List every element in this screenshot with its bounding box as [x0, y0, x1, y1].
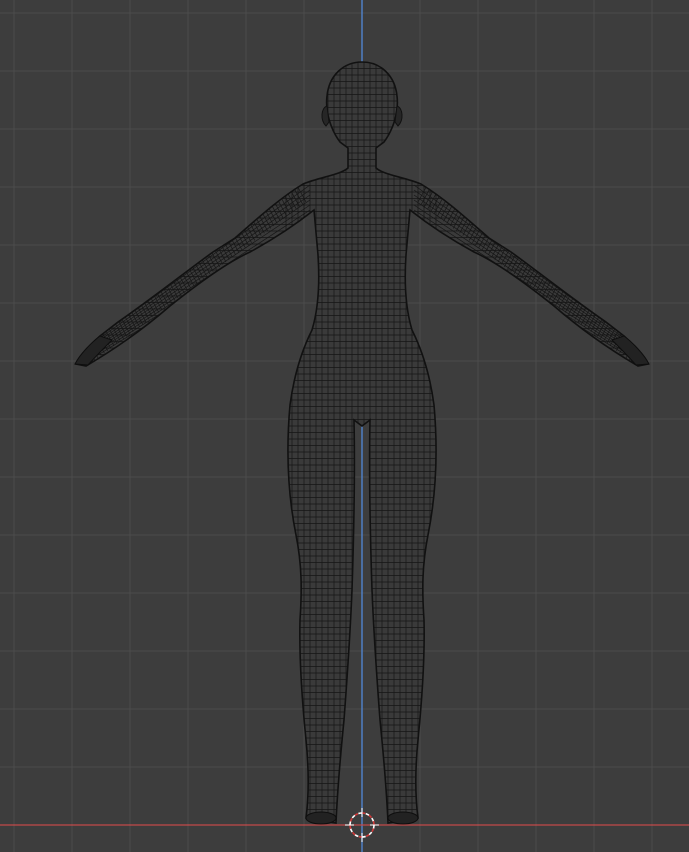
- 3d-viewport[interactable]: [0, 0, 689, 852]
- left-foot: [305, 811, 337, 825]
- right-foot: [387, 811, 419, 825]
